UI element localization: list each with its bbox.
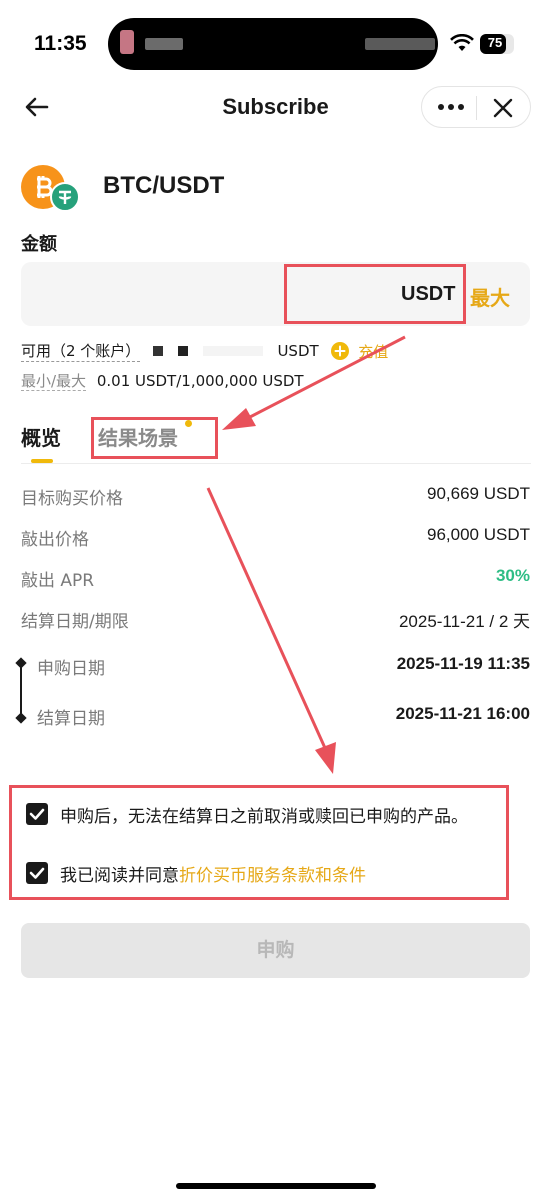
redacted-balance	[177, 346, 188, 356]
recharge-link[interactable]: 充值	[358, 341, 388, 362]
capsule-divider	[476, 96, 477, 120]
annotation-box	[91, 417, 218, 459]
detail-label: 敲出价格	[21, 530, 89, 550]
detail-label: 结算日期/期限	[21, 612, 129, 632]
redacted-balance	[202, 346, 263, 356]
timeline-marker	[15, 657, 27, 669]
detail-label: 目标购买价格	[21, 489, 123, 509]
timeline-marker	[15, 712, 27, 724]
available-balance-row: 可用（2 个账户） USDT 充值	[21, 340, 388, 362]
detail-value: 90,669 USDT	[427, 484, 530, 503]
annotation-arrows	[206, 335, 406, 774]
detail-row: 结算日期/期限 2025-11-21 / 2 天	[21, 607, 530, 632]
close-icon[interactable]	[492, 97, 514, 119]
timeline-label: 申购日期	[37, 659, 105, 679]
redacted-area	[365, 38, 435, 50]
timeline-value: 2025-11-21 16:00	[395, 704, 530, 723]
battery-percent: 75	[487, 35, 503, 50]
timeline-value: 2025-11-19 11:35	[396, 654, 530, 673]
home-indicator	[176, 1183, 376, 1189]
tab-overview[interactable]: 概览	[21, 422, 61, 451]
redacted-balance	[153, 346, 164, 356]
redacted-area	[120, 30, 134, 54]
detail-value: 2025-11-21 / 2 天	[398, 612, 530, 631]
redacted-area	[145, 38, 183, 50]
available-label[interactable]: 可用（2 个账户）	[21, 340, 141, 362]
annotation-box	[284, 264, 466, 324]
detail-row: 敲出 APR 30%	[21, 566, 530, 591]
battery-icon: 75	[480, 34, 514, 54]
available-unit: USDT	[277, 342, 319, 360]
max-button[interactable]: 最大	[470, 282, 510, 311]
plus-circle-icon[interactable]	[331, 342, 350, 360]
timeline-label: 结算日期	[37, 709, 105, 729]
detail-value: 96,000 USDT	[427, 525, 530, 544]
tab-divider	[21, 463, 531, 464]
timeline-line	[20, 664, 22, 718]
min-max-label[interactable]: 最小/最大	[21, 372, 87, 391]
detail-value: 30%	[495, 566, 530, 585]
min-max-value: 0.01 USDT/1,000,000 USDT	[96, 372, 304, 390]
pair-name: BTC/USDT	[103, 172, 225, 199]
usdt-coin-icon	[50, 182, 80, 212]
subscribe-button[interactable]: 申购	[21, 923, 530, 978]
detail-row: 目标购买价格 90,669 USDT	[21, 484, 530, 509]
mini-program-capsule	[421, 86, 531, 128]
detail-label: 敲出 APR	[21, 571, 95, 591]
min-max-row: 最小/最大 0.01 USDT/1,000,000 USDT	[21, 370, 304, 391]
amount-label: 金额	[21, 234, 57, 255]
status-time: 11:35	[34, 32, 87, 55]
wifi-icon	[450, 34, 474, 51]
more-icon[interactable]	[436, 99, 466, 115]
detail-row: 敲出价格 96,000 USDT	[21, 525, 530, 550]
annotation-box	[9, 785, 509, 900]
